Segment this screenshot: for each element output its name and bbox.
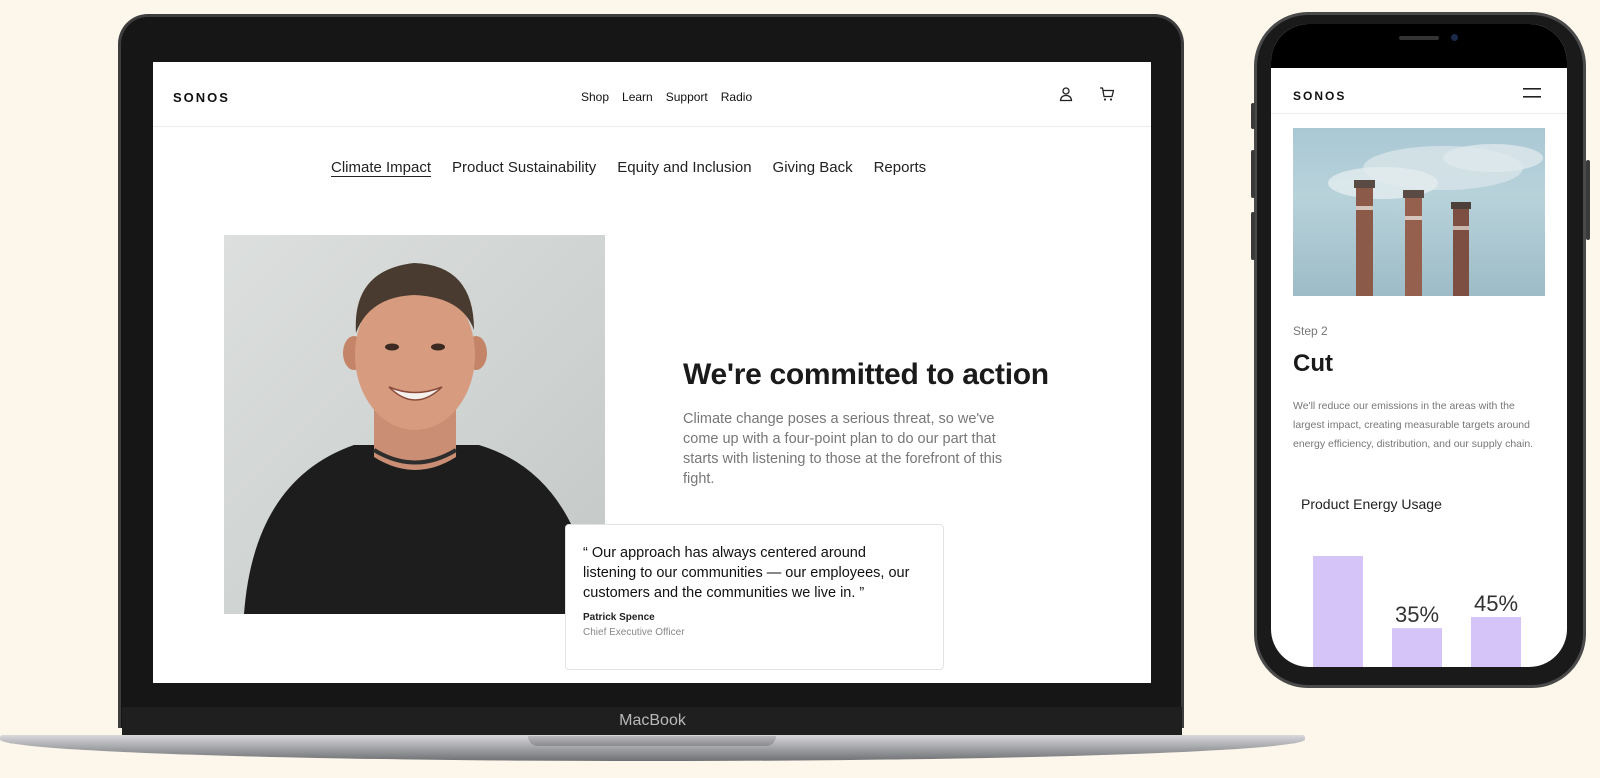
chart-bar-3 <box>1471 617 1521 667</box>
step-label: Step 2 <box>1293 324 1328 338</box>
ceo-portrait <box>224 235 605 614</box>
laptop-notch <box>528 736 776 746</box>
phone-notch-bar <box>1271 24 1567 68</box>
chart-data-label-3: 45% <box>1474 591 1518 616</box>
subnav-product-sustainability[interactable]: Product Sustainability <box>452 159 596 176</box>
cart-icon[interactable] <box>1099 86 1115 102</box>
sub-nav: Climate Impact Product Sustainability Eq… <box>331 159 926 176</box>
quote-card: “ Our approach has always centered aroun… <box>565 524 944 670</box>
step-title: Cut <box>1293 350 1333 377</box>
phone-camera <box>1451 34 1458 41</box>
user-icon[interactable] <box>1058 86 1074 102</box>
subnav-giving-back[interactable]: Giving Back <box>773 159 853 176</box>
nav-learn[interactable]: Learn <box>622 90 653 104</box>
quote-text: “ Our approach has always centered aroun… <box>583 545 910 601</box>
energy-usage-chart: 35% 45% <box>1313 556 1521 667</box>
phone-screen: SONOS Step 2 Cut We'll reduce our emissi… <box>1271 24 1567 667</box>
smokestacks-illustration <box>1328 144 1543 296</box>
phone-sonos-logo[interactable]: SONOS <box>1293 89 1346 103</box>
phone-site-header: SONOS <box>1271 68 1567 114</box>
quote-author: Patrick Spence <box>583 612 655 623</box>
phone-speaker <box>1399 36 1439 40</box>
chart-bar-2 <box>1392 628 1442 667</box>
page-headline: We're committed to action <box>683 358 1049 391</box>
chart-title: Product Energy Usage <box>1301 496 1442 512</box>
smokestacks-photo <box>1293 128 1545 296</box>
phone-power-button <box>1586 160 1590 240</box>
main-nav: Shop Learn Support Radio <box>581 90 752 104</box>
intro-paragraph: Climate change poses a serious threat, s… <box>683 411 1003 487</box>
subnav-equity-and-inclusion[interactable]: Equity and Inclusion <box>617 159 751 176</box>
phone-side-button <box>1251 103 1255 129</box>
sonos-logo[interactable]: SONOS <box>173 90 230 105</box>
portrait-illustration <box>244 263 596 614</box>
phone-volume-down <box>1251 212 1255 260</box>
subnav-reports[interactable]: Reports <box>874 159 927 176</box>
step-description: We'll reduce our emissions in the areas … <box>1293 400 1534 450</box>
chart-data-label-2: 35% <box>1395 602 1439 627</box>
nav-support[interactable]: Support <box>666 90 708 104</box>
quote-role: Chief Executive Officer <box>583 627 685 638</box>
site-header: SONOS Shop Learn Support Radio <box>153 62 1151 127</box>
subnav-climate-impact[interactable]: Climate Impact <box>331 159 431 176</box>
nav-radio[interactable]: Radio <box>721 90 752 104</box>
phone-volume-up <box>1251 150 1255 198</box>
chart-bar-1 <box>1313 556 1363 667</box>
laptop-screen: SONOS Shop Learn Support Radio Climate I… <box>153 62 1151 683</box>
hamburger-menu-icon[interactable] <box>1523 87 1541 99</box>
macbook-label: MacBook <box>619 712 686 729</box>
nav-shop[interactable]: Shop <box>581 90 609 104</box>
